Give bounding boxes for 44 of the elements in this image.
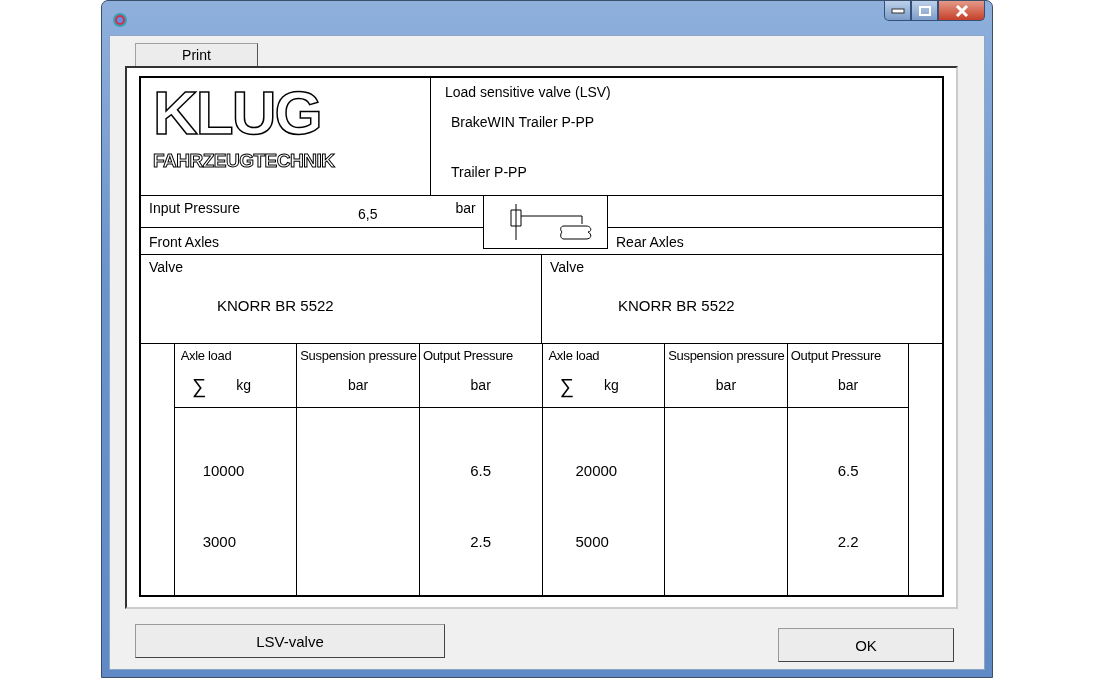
- input-pressure-unit: bar: [455, 200, 476, 218]
- maximize-button[interactable]: [911, 1, 938, 21]
- app-icon: [112, 12, 128, 28]
- logo-wordmark: KLUG: [153, 82, 321, 144]
- table-cell: 2.5: [470, 533, 492, 551]
- table-cell-text: 10000: [201, 462, 245, 480]
- close-button[interactable]: [938, 1, 985, 21]
- input-pressure-value: 6,5: [358, 206, 378, 224]
- minimize-button[interactable]: [884, 1, 911, 21]
- column-header: Axle load: [547, 348, 601, 363]
- close-icon: [954, 4, 969, 17]
- column-header: Axle load: [179, 348, 233, 363]
- column-header: Suspension pressure: [299, 348, 418, 363]
- unit-label: bar: [347, 377, 369, 393]
- minimize-icon: [890, 7, 905, 14]
- table-cell: 2.2: [837, 533, 859, 551]
- valve-label: Valve: [149, 259, 184, 275]
- trailer-type: Trailer P-PP: [451, 164, 528, 180]
- table-cell: 6.5: [470, 462, 492, 480]
- valve-model: KNORR BR 5522: [618, 297, 736, 314]
- logo-subtitle: FAHRZEUGTECHNIK: [153, 150, 335, 172]
- input-pressure-label: Input Pressure: [149, 200, 241, 218]
- unit-label: bar: [715, 377, 737, 393]
- table-cell: 6.5: [837, 462, 859, 480]
- product-name: BrakeWIN Trailer P-PP: [451, 114, 596, 130]
- rear-axles-label: Rear Axles: [616, 234, 684, 250]
- unit-label: bar: [470, 377, 491, 393]
- column-header: Output Pressure: [421, 348, 515, 363]
- unit-label: kg: [236, 377, 251, 395]
- column-header: Suspension pressure: [667, 348, 786, 363]
- table-cell-text: 3000: [201, 533, 236, 551]
- valve-model: KNORR BR 5522: [217, 297, 335, 314]
- lsv-valve-button[interactable]: LSV-valve: [135, 624, 445, 658]
- maximize-icon: [918, 5, 931, 16]
- ok-button[interactable]: OK: [778, 628, 954, 662]
- unit-label: bar: [837, 377, 859, 393]
- print-button[interactable]: Print: [135, 43, 258, 66]
- table-cell-text: 5000: [574, 533, 609, 551]
- front-axles-label: Front Axles: [149, 234, 220, 250]
- unit-label: kg: [604, 377, 619, 395]
- column-header: Output Pressure: [789, 348, 882, 363]
- report-heading: Load sensitive valve (LSV): [445, 84, 612, 100]
- table-cell-text: 20000: [574, 462, 618, 480]
- valve-label: Valve: [550, 259, 585, 275]
